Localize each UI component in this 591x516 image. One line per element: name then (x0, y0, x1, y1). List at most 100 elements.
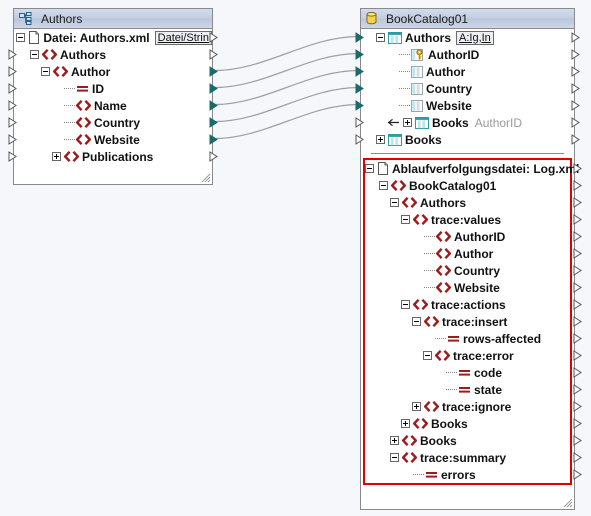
output-connector-empty[interactable] (573, 214, 582, 225)
tree-row[interactable]: Website (8, 131, 218, 148)
tree-row[interactable]: Publications (8, 148, 218, 165)
output-connector-empty[interactable] (209, 49, 218, 60)
output-connector-empty[interactable] (209, 151, 218, 162)
output-connector-empty[interactable] (573, 197, 582, 208)
output-connector-empty[interactable] (8, 49, 17, 60)
target-db-tree[interactable]: Authors A:Ig,In AuthorID Author Country Websi… (355, 29, 580, 148)
output-connector-empty[interactable] (571, 100, 580, 111)
output-connector-empty[interactable] (573, 435, 582, 446)
expand-node-button[interactable] (390, 436, 399, 445)
tree-row[interactable]: Country (365, 262, 582, 279)
expand-node-button[interactable] (401, 419, 410, 428)
trace-tree[interactable]: Ablaufverfolgungsdatei: Log.xml BookCatal… (365, 160, 582, 483)
output-connector-empty[interactable] (573, 316, 582, 327)
tree-row[interactable]: trace:values (365, 211, 582, 228)
collapse-node-button[interactable] (390, 198, 399, 207)
resize-handle[interactable] (562, 497, 573, 508)
output-connector-empty[interactable] (8, 100, 17, 111)
collapse-node-button[interactable] (412, 317, 421, 326)
expand-node-button[interactable] (403, 118, 412, 127)
output-connector-empty[interactable] (573, 248, 582, 259)
output-connector-empty[interactable] (8, 117, 17, 128)
expand-node-button[interactable] (52, 152, 61, 161)
output-connector-empty[interactable] (571, 49, 580, 60)
tree-row[interactable]: AuthorID (365, 228, 582, 245)
input-connector-empty[interactable] (355, 134, 364, 145)
collapse-node-button[interactable] (41, 67, 50, 76)
collapse-node-button[interactable] (423, 351, 432, 360)
tree-row[interactable]: Ablaufverfolgungsdatei: Log.xml (365, 160, 582, 177)
output-connector-empty[interactable] (573, 384, 582, 395)
node-badge[interactable]: Datei/Strin (154, 30, 212, 45)
input-connector-connected[interactable] (355, 100, 364, 111)
output-connector-connected[interactable] (209, 117, 218, 128)
output-connector-empty[interactable] (573, 350, 582, 361)
collapse-node-button[interactable] (390, 453, 399, 462)
tree-row[interactable]: state (365, 381, 582, 398)
node-badge[interactable]: A:Ig,In (456, 30, 494, 45)
target-component-bookcatalog[interactable]: BookCatalog01 Authors A:Ig,In AuthorID Auth… (355, 8, 582, 510)
tree-row[interactable]: Books (355, 131, 580, 148)
output-connector-empty[interactable] (573, 333, 582, 344)
output-connector-empty[interactable] (573, 299, 582, 310)
output-connector-empty[interactable] (8, 134, 17, 145)
expand-node-button[interactable] (376, 135, 385, 144)
output-connector-empty[interactable] (209, 32, 218, 43)
source-component-title[interactable]: Authors (14, 9, 212, 29)
tree-row[interactable]: trace:ignore (365, 398, 582, 415)
tree-row[interactable]: trace:error (365, 347, 582, 364)
output-connector-empty[interactable] (573, 265, 582, 276)
collapse-node-button[interactable] (401, 215, 410, 224)
input-connector-connected[interactable] (355, 66, 364, 77)
output-connector-connected[interactable] (209, 83, 218, 94)
collapse-node-button[interactable] (401, 300, 410, 309)
output-connector-empty[interactable] (573, 401, 582, 412)
output-connector-connected[interactable] (209, 66, 218, 77)
output-connector-empty[interactable] (8, 83, 17, 94)
collapse-node-button[interactable] (30, 50, 39, 59)
tree-row[interactable]: Author (355, 63, 580, 80)
tree-row[interactable]: code (365, 364, 582, 381)
collapse-node-button[interactable] (16, 33, 26, 42)
output-connector-empty[interactable] (571, 117, 580, 128)
tree-row[interactable]: BookCatalog01 (365, 177, 582, 194)
output-connector-empty[interactable] (571, 83, 580, 94)
source-component-authors[interactable]: Authors Datei: Authors.xml Datei/Strin Aut… (8, 8, 218, 185)
trace-file-section[interactable]: Ablaufverfolgungsdatei: Log.xml BookCatal… (363, 158, 582, 485)
tree-row[interactable]: ID (8, 80, 218, 97)
tree-row[interactable]: Datei: Authors.xml Datei/Strin (14, 29, 218, 46)
tree-row[interactable]: Books AuthorID (355, 114, 580, 131)
output-connector-empty[interactable] (571, 32, 580, 43)
tree-row[interactable]: trace:insert (365, 313, 582, 330)
tree-row[interactable]: trace:summary (365, 449, 582, 466)
output-connector-empty[interactable] (8, 151, 17, 162)
target-component-title[interactable]: BookCatalog01 (361, 9, 574, 29)
tree-row[interactable]: Website (355, 97, 580, 114)
output-connector-empty[interactable] (573, 469, 582, 480)
tree-row[interactable]: Author (8, 63, 218, 80)
output-connector-empty[interactable] (8, 66, 17, 77)
tree-row[interactable]: AuthorID (355, 46, 580, 63)
tree-row[interactable]: Authors (8, 46, 218, 63)
output-connector-empty[interactable] (573, 418, 582, 429)
input-connector-connected[interactable] (355, 49, 364, 60)
collapse-node-button[interactable] (376, 33, 385, 42)
tree-row[interactable]: Authors A:Ig,In (355, 29, 580, 46)
output-connector-empty[interactable] (573, 282, 582, 293)
output-connector-connected[interactable] (209, 134, 218, 145)
output-connector-empty[interactable] (571, 66, 580, 77)
output-connector-empty[interactable] (573, 163, 582, 174)
resize-handle[interactable] (200, 172, 211, 183)
expand-node-button[interactable] (412, 402, 421, 411)
tree-row[interactable]: Website (365, 279, 582, 296)
output-connector-empty[interactable] (573, 452, 582, 463)
tree-row[interactable]: trace:actions (365, 296, 582, 313)
output-connector-empty[interactable] (573, 231, 582, 242)
input-connector-empty[interactable] (355, 117, 364, 128)
input-connector-connected[interactable] (355, 32, 364, 43)
tree-row[interactable]: Country (355, 80, 580, 97)
output-connector-empty[interactable] (573, 180, 582, 191)
tree-row[interactable]: Author (365, 245, 582, 262)
tree-row[interactable]: Name (8, 97, 218, 114)
output-connector-connected[interactable] (209, 100, 218, 111)
